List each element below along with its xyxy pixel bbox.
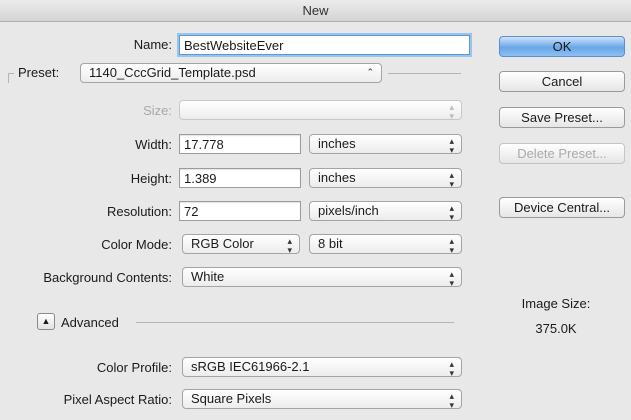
height-field[interactable]: 1.389: [179, 168, 301, 188]
width-field[interactable]: 17.778: [179, 134, 301, 154]
device-central-button[interactable]: Device Central...: [499, 197, 625, 218]
size-label: Size:: [143, 103, 172, 118]
image-size-value: 375.0K: [535, 321, 577, 336]
preset-popup-value: 1140_CccGrid_Template.psd: [89, 65, 256, 80]
name-label: Name:: [133, 37, 172, 52]
cancel-button[interactable]: Cancel: [499, 71, 625, 92]
window-title: New: [0, 0, 631, 22]
color-profile-value: sRGB IEC61966-2.1: [191, 359, 310, 374]
up-down-arrows-icon: ▴ ▾: [449, 102, 454, 121]
bit-depth-value: 8 bit: [318, 236, 343, 251]
preset-group-border-top-right: [388, 73, 461, 74]
height-label: Height:: [130, 171, 172, 186]
ok-button[interactable]: OK: [499, 36, 625, 57]
up-down-arrows-icon: ▴ ▾: [287, 236, 292, 255]
up-down-arrows-icon: ▴ ▾: [449, 269, 454, 288]
pixel-aspect-ratio-value: Square Pixels: [191, 391, 272, 406]
resolution-unit-popup[interactable]: pixels/inch ▴ ▾: [309, 201, 462, 222]
name-field[interactable]: BestWebsiteEver: [179, 35, 470, 55]
up-down-arrows-icon: ▴ ▾: [449, 236, 454, 255]
color-profile-label: Color Profile:: [96, 360, 172, 375]
preset-group-border-left: [8, 73, 9, 83]
pixel-aspect-ratio-label: Pixel Aspect Ratio:: [63, 392, 172, 407]
advanced-label: Advanced: [61, 315, 119, 330]
resolution-label: Resolution:: [106, 204, 172, 219]
disclosure-triangle-up-icon[interactable]: ▲: [37, 313, 55, 330]
background-contents-value: White: [191, 269, 225, 284]
color-profile-popup[interactable]: sRGB IEC61966-2.1 ▴ ▾: [182, 357, 462, 378]
height-unit-popup[interactable]: inches ▴ ▾: [309, 168, 462, 189]
preset-popup[interactable]: 1140_CccGrid_Template.psd ⌃: [80, 63, 382, 83]
background-contents-label: Background Contents:: [43, 270, 172, 285]
delete-preset-button[interactable]: Delete Preset...: [499, 143, 625, 164]
preset-label: Preset:: [18, 65, 60, 80]
color-mode-popup[interactable]: RGB Color ▴ ▾: [182, 234, 300, 255]
up-down-arrows-icon: ▴ ▾: [449, 136, 454, 155]
up-down-arrows-icon: ▴ ▾: [449, 170, 454, 189]
up-down-arrows-icon: ▴ ▾: [449, 391, 454, 410]
resolution-field[interactable]: 72: [179, 201, 301, 221]
width-unit-popup[interactable]: inches ▴ ▾: [309, 134, 462, 155]
up-down-arrows-icon: ▴ ▾: [449, 203, 454, 222]
pixel-aspect-ratio-popup[interactable]: Square Pixels ▴ ▾: [182, 389, 462, 410]
advanced-separator: [136, 322, 454, 323]
size-popup[interactable]: ▴ ▾: [179, 100, 462, 121]
bit-depth-popup[interactable]: 8 bit ▴ ▾: [309, 234, 462, 255]
background-contents-popup[interactable]: White ▴ ▾: [182, 267, 462, 288]
color-mode-value: RGB Color: [191, 236, 254, 251]
height-unit-value: inches: [318, 170, 356, 185]
save-preset-button[interactable]: Save Preset...: [499, 107, 625, 128]
width-label: Width:: [135, 137, 172, 152]
width-unit-value: inches: [318, 136, 356, 151]
up-down-arrows-icon: ⌃: [366, 67, 374, 77]
resolution-unit-value: pixels/inch: [318, 203, 379, 218]
image-size-label: Image Size:: [521, 296, 591, 311]
up-down-arrows-icon: ▴ ▾: [449, 359, 454, 378]
color-mode-label: Color Mode:: [101, 237, 172, 252]
